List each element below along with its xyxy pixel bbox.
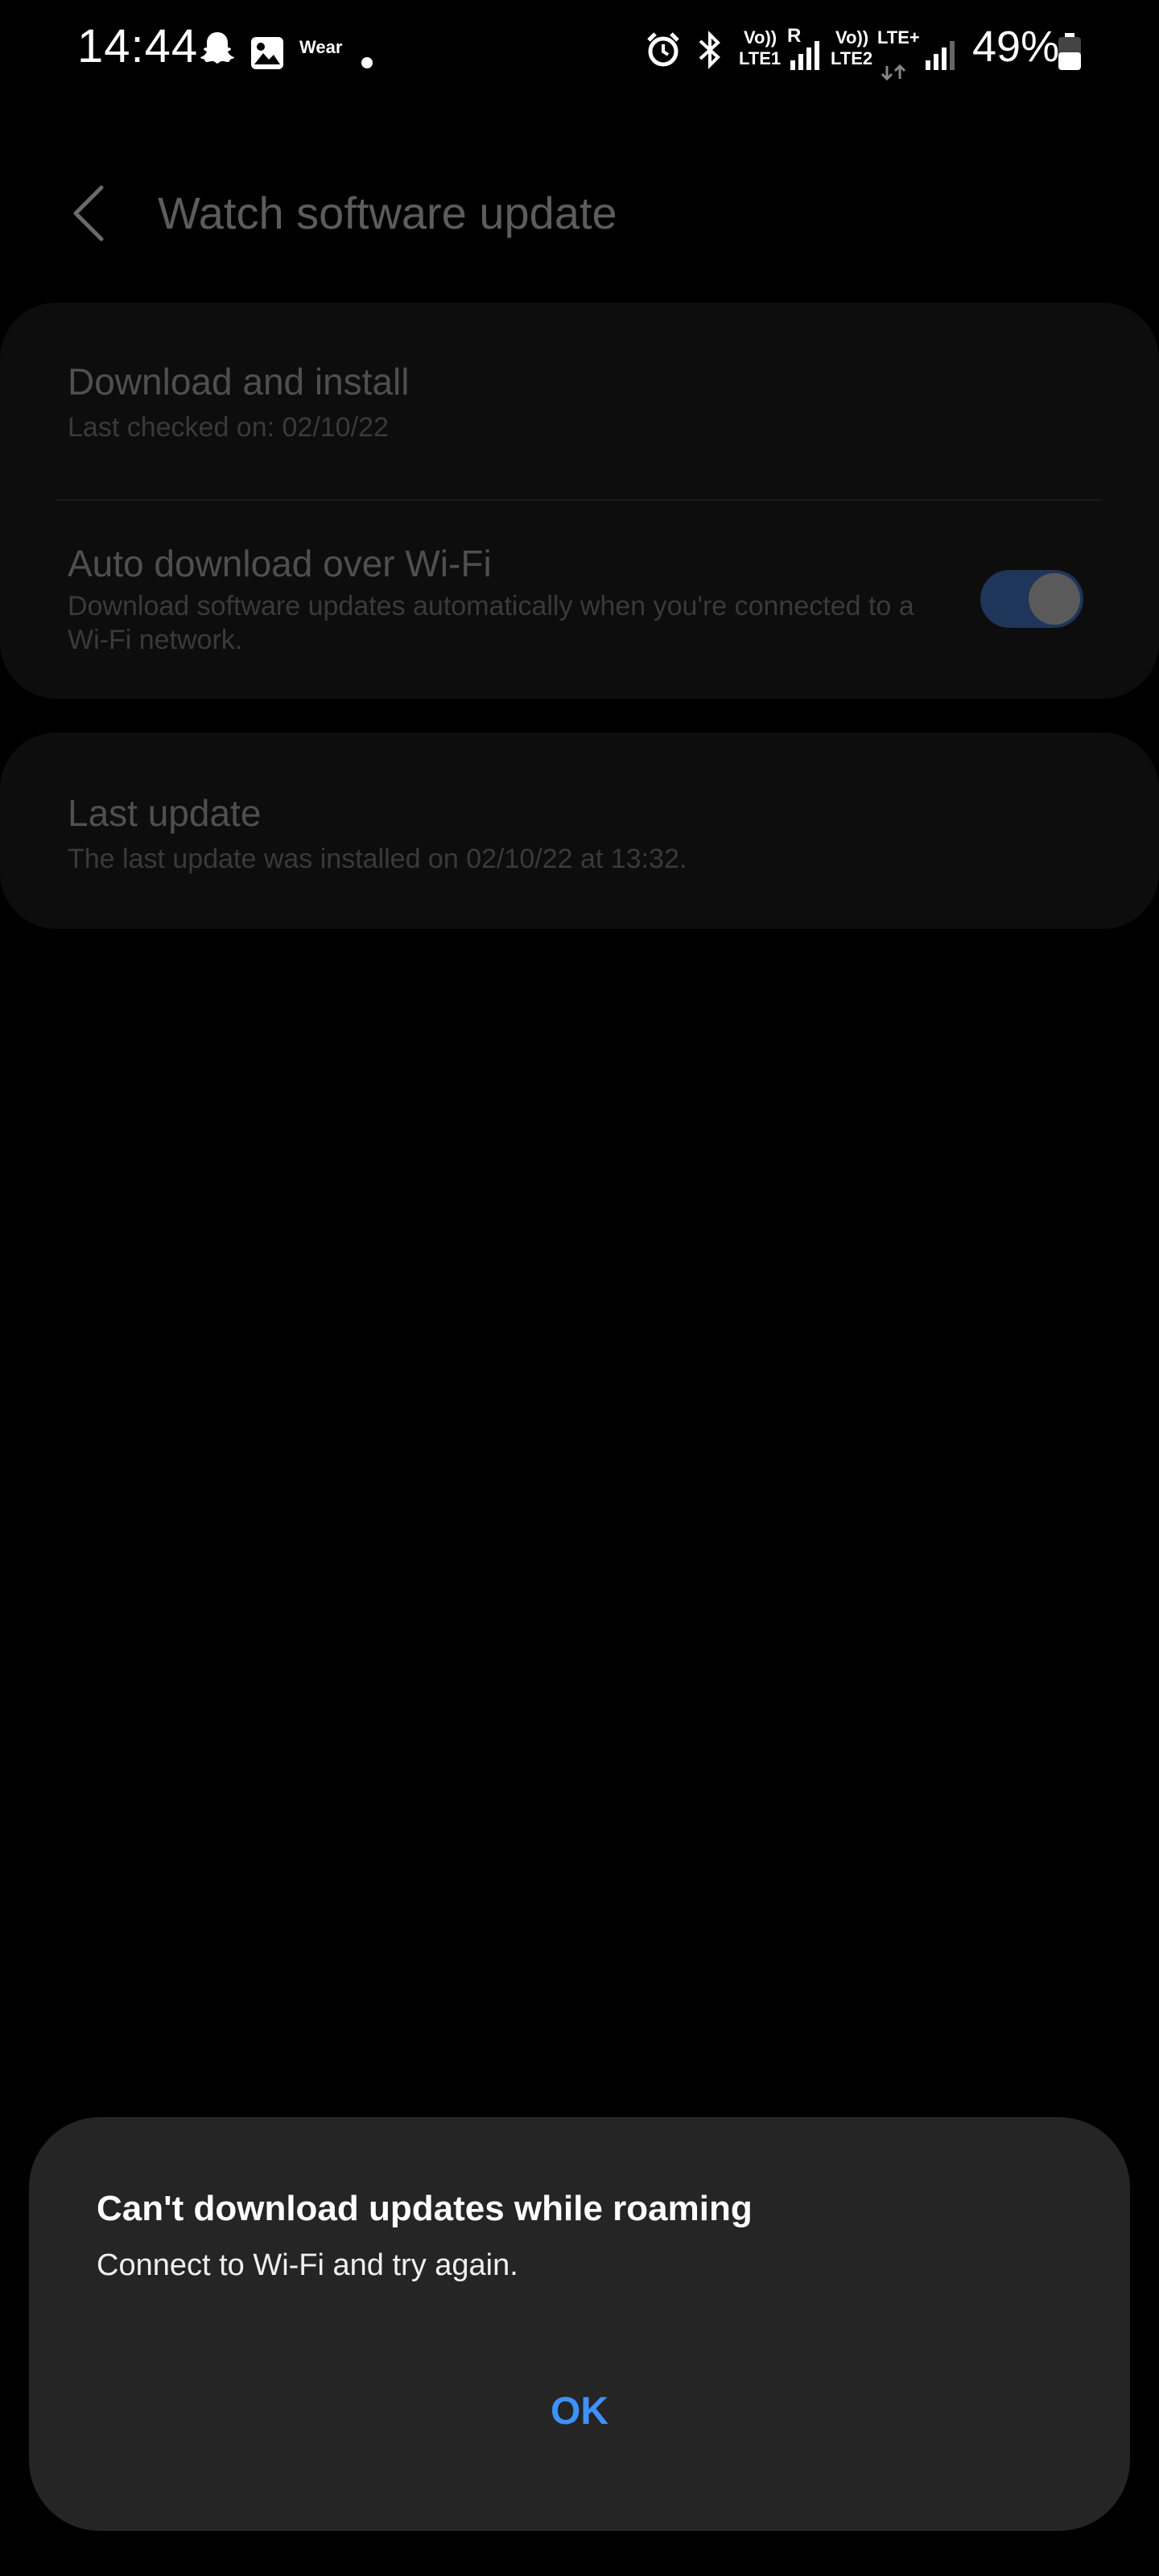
last-update-text: The last update was installed on 02/10/2…	[68, 844, 687, 874]
lte2-label: LTE2	[831, 48, 873, 68]
signal-icon-1	[790, 41, 819, 70]
chevron-left-icon	[73, 185, 104, 242]
gallery-icon	[251, 37, 283, 69]
volte2-label: Vo))	[835, 27, 869, 47]
last-update-title: Last update	[68, 792, 262, 834]
page-title: Watch software update	[158, 188, 617, 238]
update-settings-card: Download and install Last checked on: 02…	[0, 303, 1159, 699]
status-time: 14:44	[77, 20, 199, 72]
dialog-message: Connect to Wi-Fi and try again.	[97, 2248, 518, 2282]
app-header: Watch software update	[0, 161, 1159, 266]
wear-label: Wear	[299, 37, 343, 57]
download-install-row[interactable]: Download and install Last checked on: 02…	[0, 303, 1159, 499]
back-button[interactable]	[56, 177, 121, 250]
dot-icon	[361, 57, 373, 68]
bluetooth-icon	[699, 31, 720, 69]
volte1-label: Vo))	[744, 27, 777, 47]
battery-percent: 49%	[972, 23, 1060, 71]
last-update-row[interactable]: Last update The last update was installe…	[0, 733, 1159, 929]
dialog-title: Can't download updates while roaming	[97, 2189, 753, 2228]
auto-download-description: Download software updates automatically …	[68, 591, 914, 655]
signal-icon-2	[926, 41, 955, 70]
battery-icon	[1058, 33, 1081, 70]
auto-download-title: Auto download over Wi-Fi	[68, 543, 492, 584]
last-update-card: Last update The last update was installe…	[0, 733, 1159, 929]
auto-download-toggle[interactable]	[980, 570, 1083, 628]
toggle-knob	[1029, 573, 1080, 625]
status-bar: 14:44 Wear Vo)) LTE1 R Vo)) LTE2 LTE+ 49…	[0, 0, 1159, 97]
lte-plus-label: LTE+	[877, 27, 920, 47]
snapchat-icon	[200, 32, 234, 64]
ok-button[interactable]: OK	[459, 2367, 700, 2455]
data-arrows-icon	[881, 64, 906, 81]
download-install-title: Download and install	[68, 361, 410, 402]
alarm-icon	[647, 32, 679, 67]
last-checked-text: Last checked on: 02/10/22	[68, 412, 389, 443]
lte1-label: LTE1	[739, 48, 782, 68]
roaming-dialog: Can't download updates while roaming Con…	[29, 2117, 1130, 2531]
